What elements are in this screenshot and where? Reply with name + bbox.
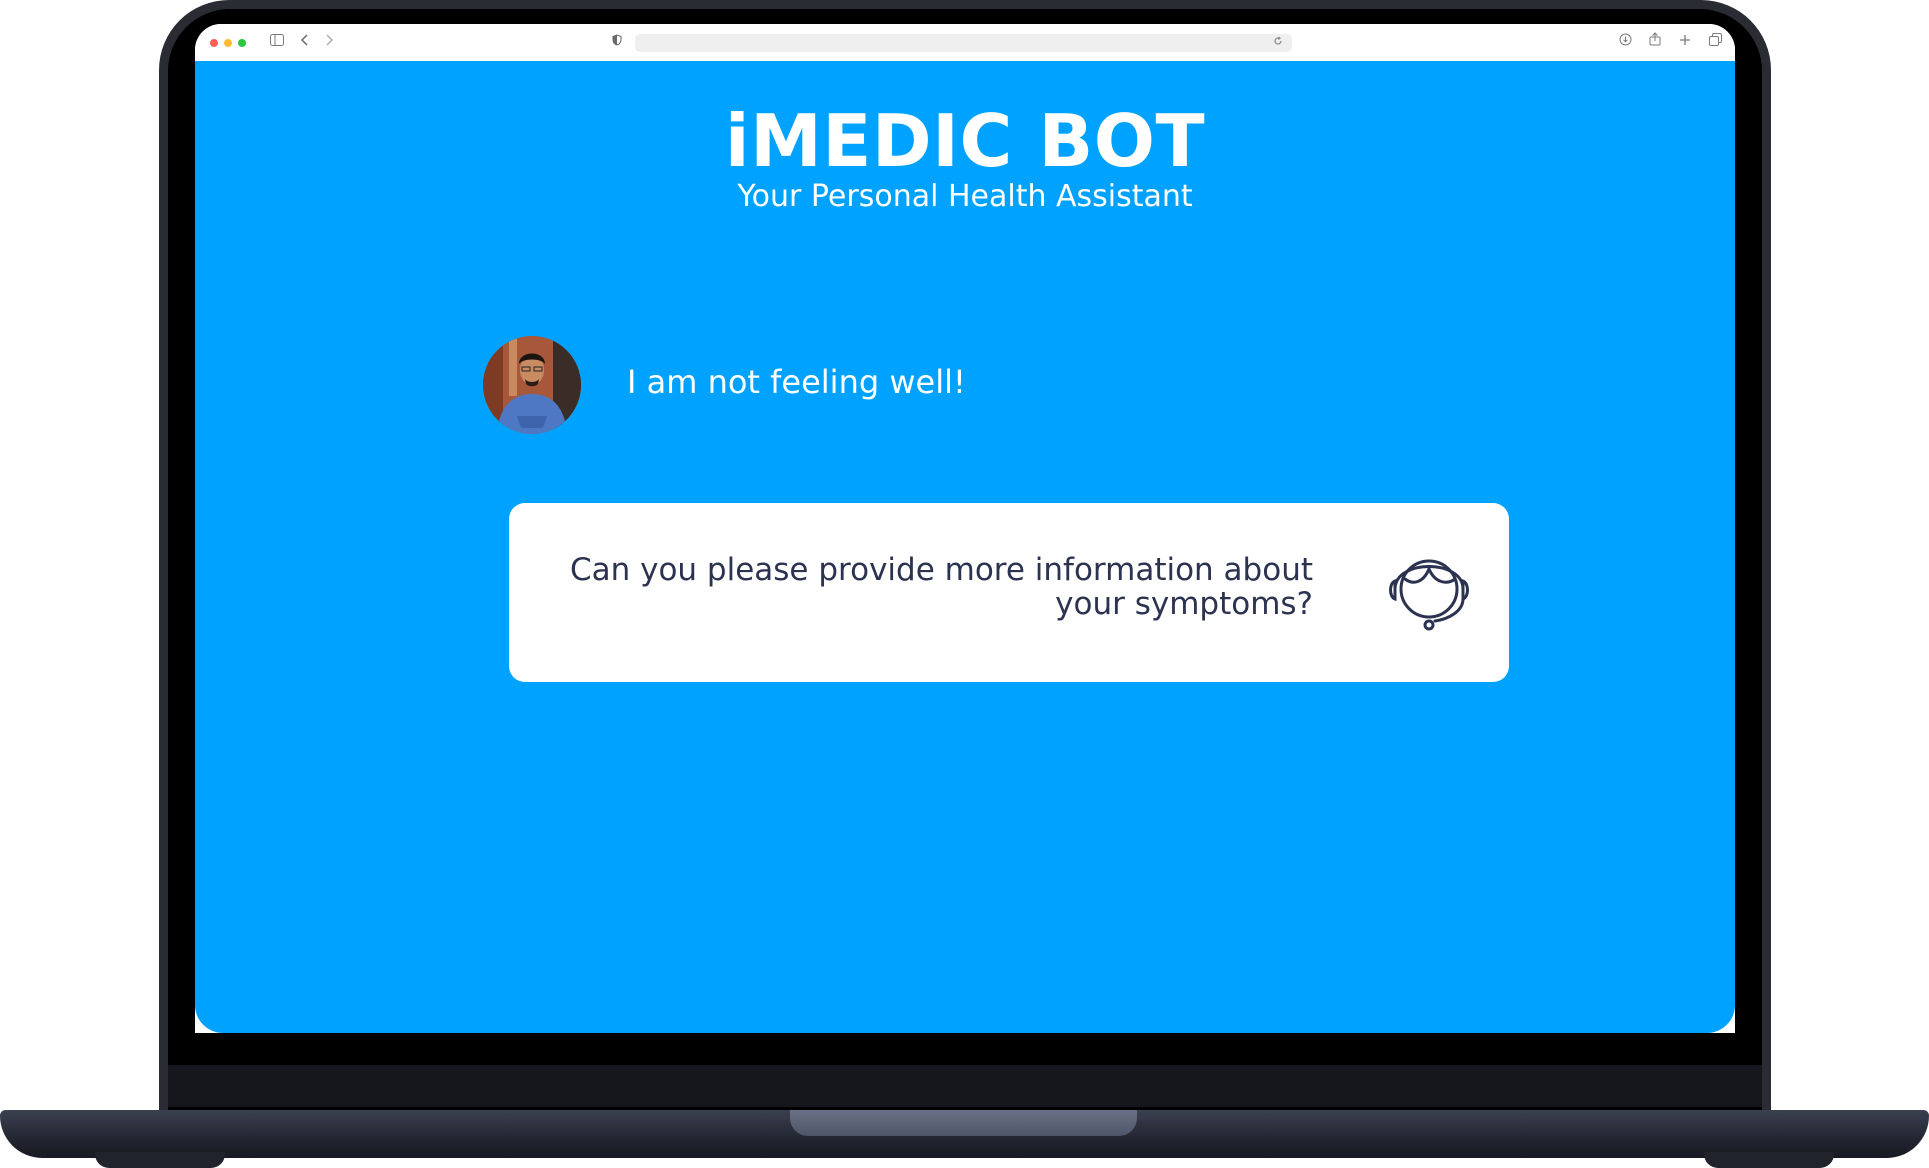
laptop-notch <box>790 1110 1137 1136</box>
user-message: I am not feeling well! <box>627 363 966 401</box>
browser-window: iMEDIC BOT Your Personal Health Assistan… <box>195 24 1735 1033</box>
user-avatar <box>483 336 581 434</box>
laptop-chin <box>168 1065 1762 1107</box>
shield-icon <box>607 32 627 52</box>
new-tab-icon[interactable] <box>1675 32 1695 52</box>
forward-icon[interactable] <box>319 32 339 52</box>
laptop-foot-right <box>1704 1152 1834 1168</box>
laptop-foot-left <box>95 1152 225 1168</box>
bot-message-card: Can you please provide more information … <box>509 503 1509 682</box>
tabs-overview-icon[interactable] <box>1705 32 1725 52</box>
support-agent-icon <box>1379 545 1479 635</box>
page-title: iMEDIC BOT <box>724 99 1206 183</box>
minimize-window-button[interactable] <box>224 39 232 47</box>
bot-message: Can you please provide more information … <box>569 552 1313 622</box>
browser-toolbar <box>195 24 1735 62</box>
sidebar-icon[interactable] <box>267 32 287 52</box>
zoom-window-button[interactable] <box>238 39 246 47</box>
chat-page: iMEDIC BOT Your Personal Health Assistan… <box>195 61 1735 1033</box>
address-bar[interactable] <box>635 34 1292 52</box>
share-icon[interactable] <box>1645 32 1665 52</box>
close-window-button[interactable] <box>210 39 218 47</box>
download-icon[interactable] <box>1615 32 1635 52</box>
back-icon[interactable] <box>295 32 315 52</box>
reload-icon[interactable] <box>1268 33 1288 53</box>
page-subtitle: Your Personal Health Assistant <box>737 179 1193 214</box>
